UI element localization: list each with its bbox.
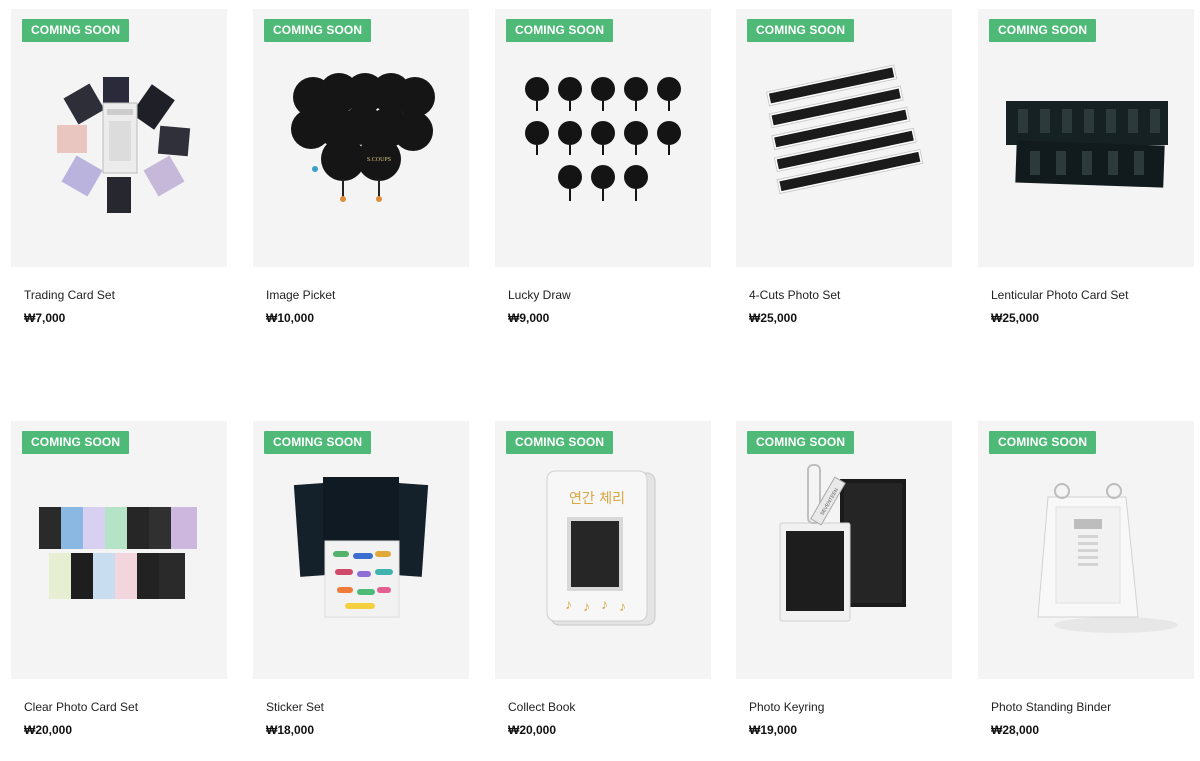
lucky-draw-image	[525, 77, 681, 201]
product-price: ₩18,000	[266, 723, 315, 737]
product-card[interactable]: COMING SOON Trading Card Set ₩7,000	[11, 9, 227, 325]
photo-standing-binder-image	[1037, 483, 1178, 633]
svg-text:♪: ♪	[565, 596, 572, 612]
product-card[interactable]: COMING SOON Lenticular Photo Card Set ₩2…	[978, 9, 1194, 325]
sticker-set-image	[293, 477, 429, 618]
svg-text:♪: ♪	[583, 598, 590, 614]
product-thumbnail[interactable]: COMING SOON	[978, 9, 1194, 267]
product-card[interactable]: COMING SOON S.COUPS Image Picket ₩10,000	[253, 9, 469, 325]
coming-soon-badge: COMING SOON	[264, 19, 372, 42]
product-card[interactable]: COMING SOON 4-Cuts Photo Set ₩25,000	[736, 9, 952, 325]
product-card[interactable]: COMING SOON Sticker Set ₩18,000	[253, 421, 469, 737]
product-price: ₩10,000	[266, 311, 315, 325]
svg-text:♪: ♪	[601, 596, 608, 612]
coming-soon-badge: COMING SOON	[989, 19, 1097, 42]
coming-soon-badge: COMING SOON	[22, 431, 130, 454]
product-price: ₩20,000	[24, 723, 73, 737]
product-card[interactable]: COMING SOON SEVENTEEN Photo Keyring ₩19,…	[736, 421, 952, 737]
product-name[interactable]: Sticker Set	[266, 700, 324, 714]
photo-keyring-image: SEVENTEEN	[779, 464, 906, 622]
product-grid: COMING SOON Trading Card Set ₩7,000 COMI…	[0, 0, 1200, 761]
product-name[interactable]: Trading Card Set	[24, 288, 115, 302]
product-name[interactable]: Image Picket	[266, 288, 335, 302]
product-card[interactable]: COMING SOON 연간 체리 ♪ ♪ ♪ ♪ Collect Book ₩…	[495, 421, 711, 737]
product-thumbnail[interactable]: COMING SOON	[11, 9, 227, 267]
svg-text:S.COUPS: S.COUPS	[367, 157, 391, 163]
product-price: ₩25,000	[749, 311, 798, 325]
coming-soon-badge: COMING SOON	[506, 19, 614, 42]
product-card[interactable]: COMING SOON Photo Standing Binder ₩28,00…	[978, 421, 1194, 737]
product-price: ₩25,000	[991, 311, 1040, 325]
lenticular-photo-card-set-image	[1006, 101, 1168, 188]
product-name[interactable]: Photo Keyring	[749, 700, 824, 714]
coming-soon-badge: COMING SOON	[506, 431, 614, 454]
coming-soon-badge: COMING SOON	[264, 431, 372, 454]
product-price: ₩9,000	[508, 311, 550, 325]
coming-soon-badge: COMING SOON	[22, 19, 130, 42]
four-cuts-photo-set-image	[765, 64, 924, 195]
product-name[interactable]: Lucky Draw	[508, 288, 571, 302]
product-card[interactable]: COMING SOON Lucky Draw ₩9,000	[495, 9, 711, 325]
product-thumbnail[interactable]: COMING SOON	[978, 421, 1194, 679]
product-thumbnail[interactable]: COMING SOON	[495, 9, 711, 267]
svg-text:연간 체리: 연간 체리	[569, 491, 625, 507]
product-thumbnail[interactable]: COMING SOON S.COUPS	[253, 9, 469, 267]
product-name[interactable]: Clear Photo Card Set	[24, 700, 138, 714]
coming-soon-badge: COMING SOON	[747, 431, 855, 454]
svg-text:♪: ♪	[619, 598, 626, 614]
trading-card-set-image	[57, 77, 191, 213]
product-price: ₩28,000	[991, 723, 1040, 737]
product-thumbnail[interactable]: COMING SOON SEVENTEEN	[736, 421, 952, 679]
product-name[interactable]: Collect Book	[508, 700, 575, 714]
product-price: ₩19,000	[749, 723, 798, 737]
coming-soon-badge: COMING SOON	[747, 19, 855, 42]
image-picket-image: S.COUPS	[291, 73, 435, 202]
clear-photo-card-set-image	[39, 507, 197, 599]
product-price: ₩7,000	[24, 311, 66, 325]
product-thumbnail[interactable]: COMING SOON	[11, 421, 227, 679]
product-card[interactable]: COMING SOON Clear Photo Card Set ₩20,000	[11, 421, 227, 737]
product-thumbnail[interactable]: COMING SOON	[253, 421, 469, 679]
collect-book-image: 연간 체리 ♪ ♪ ♪ ♪	[546, 470, 656, 626]
coming-soon-badge: COMING SOON	[989, 431, 1097, 454]
product-name[interactable]: Photo Standing Binder	[991, 700, 1111, 714]
product-thumbnail[interactable]: COMING SOON 연간 체리 ♪ ♪ ♪ ♪	[495, 421, 711, 679]
product-name[interactable]: Lenticular Photo Card Set	[991, 288, 1128, 302]
product-price: ₩20,000	[508, 723, 557, 737]
product-name[interactable]: 4-Cuts Photo Set	[749, 288, 840, 302]
product-thumbnail[interactable]: COMING SOON	[736, 9, 952, 267]
